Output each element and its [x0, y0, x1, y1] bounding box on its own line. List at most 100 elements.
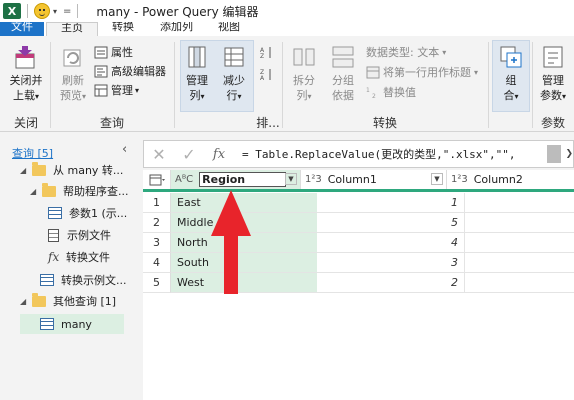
sort-descending-button[interactable]: ZA	[260, 66, 277, 82]
chevron-down-icon: ▾	[237, 92, 242, 101]
folder-icon	[32, 292, 46, 307]
title-separator	[77, 4, 79, 18]
group-by-label-bottom: 依据	[332, 89, 354, 102]
queries-header[interactable]: 查询 [5]	[12, 145, 53, 161]
refresh-preview-button[interactable]: 刷新 预览▾	[56, 44, 90, 104]
quick-access-menu-icon[interactable]: =	[63, 6, 71, 17]
tree-label: 示例文件	[67, 229, 111, 242]
row-number[interactable]: 2	[143, 213, 171, 233]
split-column-button[interactable]: 拆分 列▾	[288, 44, 320, 104]
tree-group-from-many[interactable]: ◢ 从 many 转...	[20, 160, 123, 180]
properties-label: 属性	[111, 46, 133, 59]
formula-scrollbar[interactable]	[547, 145, 561, 163]
sort-ascending-button[interactable]: AZ	[260, 44, 277, 60]
folder-icon	[32, 161, 46, 176]
chevron-down-icon: ▾	[442, 47, 447, 57]
manage-cols-label-top: 管理	[186, 74, 208, 87]
column-header-column1[interactable]: 1²3 Column1 ▼	[301, 170, 447, 189]
use-first-row-header-button[interactable]: 将第一行用作标题 ▾	[366, 64, 478, 80]
chevron-down-icon: ▾	[474, 67, 479, 77]
number-type-icon[interactable]: 1²3	[305, 174, 322, 185]
cancel-formula-icon[interactable]: ✕	[144, 145, 174, 164]
replace-values-label: 替换值	[383, 86, 416, 99]
expand-triangle-icon[interactable]: ◢	[20, 297, 32, 306]
tree-item-sample-file[interactable]: 示例文件	[48, 225, 111, 245]
cell-column1[interactable]: 4	[317, 233, 465, 253]
reduce-rows-button[interactable]: 减少 行▾	[219, 44, 249, 104]
tree-group-other[interactable]: ◢ 其他查询 [1]	[20, 291, 116, 311]
document-icon	[48, 228, 59, 242]
tree-item-transform-sample[interactable]: 转换示例文...	[40, 270, 127, 290]
row-number[interactable]: 5	[143, 273, 171, 293]
filter-dropdown-icon[interactable]: ▼	[285, 173, 297, 185]
manage-columns-button[interactable]: 管理 列▾	[182, 44, 212, 104]
sort-ascending-icon: AZ	[260, 46, 271, 59]
cell-column2[interactable]	[465, 233, 574, 253]
tree-label: 从 many 转...	[53, 164, 124, 177]
replace-values-button[interactable]: 12 替换值	[366, 84, 416, 100]
advanced-editor-button[interactable]: 高级编辑器	[94, 63, 166, 79]
expand-triangle-icon[interactable]: ◢	[30, 187, 42, 196]
confirm-formula-icon[interactable]: ✓	[174, 145, 204, 164]
chevron-down-icon[interactable]: ❯	[565, 149, 573, 159]
formula-bar: ✕ ✓ fx = Table.ReplaceValue(更改的类型,".xlsx…	[143, 140, 574, 168]
params-label-bottom: 参数	[539, 89, 562, 102]
column-header-label: Region	[199, 172, 287, 187]
properties-button[interactable]: 属性	[94, 44, 133, 60]
cell-column1[interactable]: 2	[317, 273, 465, 293]
cell-column2[interactable]	[465, 193, 574, 213]
text-type-icon[interactable]: AᴮC	[175, 174, 193, 185]
column-header-label: Column2	[473, 173, 523, 186]
tab-home[interactable]: 主页	[46, 22, 98, 36]
combine-label-top: 组	[505, 74, 517, 87]
tab-add-column[interactable]: 添加列	[160, 22, 193, 36]
chevron-down-icon: ▾	[135, 85, 140, 95]
cell-column2[interactable]	[465, 213, 574, 233]
formula-input[interactable]: = Table.ReplaceValue(更改的类型,".xlsx","",	[242, 146, 532, 162]
column-header-region[interactable]: AᴮC Region ▼	[171, 170, 301, 189]
manage-parameters-button[interactable]: 管理 参数▾	[534, 44, 572, 104]
split-label-bottom: 列	[296, 89, 308, 102]
tree-item-param1[interactable]: 参数1 (示...	[48, 203, 127, 223]
row-number[interactable]: 1	[143, 193, 171, 213]
tree-item-many[interactable]: many	[20, 314, 124, 334]
cell-column1[interactable]: 5	[317, 213, 465, 233]
table-menu-button[interactable]	[143, 170, 171, 189]
ribbon: 关闭并 上载▾ 关闭 刷新 预览▾ 属性 高级编辑器 管理▾ 查询 管理 列▾	[0, 36, 574, 132]
number-type-icon[interactable]: 1²3	[451, 174, 468, 185]
chevron-down-icon[interactable]: ▾	[53, 7, 57, 16]
column-header-column2[interactable]: 1²3 Column2	[447, 170, 574, 189]
data-type-dropdown[interactable]: 数据类型: 文本 ▾	[366, 44, 446, 60]
tab-transform[interactable]: 转换	[112, 22, 134, 36]
group-by-label-top: 分组	[332, 74, 354, 87]
manage-cols-label-bottom: 列	[189, 89, 201, 102]
tab-file[interactable]: 文件	[0, 22, 44, 36]
row-number[interactable]: 4	[143, 253, 171, 273]
reduce-rows-label-bottom: 行	[226, 89, 238, 102]
combine-button[interactable]: 组 合▾	[494, 44, 528, 104]
chevron-down-icon: ▾	[200, 92, 205, 101]
expand-triangle-icon[interactable]: ◢	[20, 166, 32, 175]
tree-item-transform-file[interactable]: fx 转换文件	[48, 247, 110, 267]
feedback-smiley-icon[interactable]	[34, 3, 50, 19]
tab-view[interactable]: 视图	[218, 22, 240, 36]
tree-group-helper[interactable]: ◢ 帮助程序查...	[30, 181, 129, 201]
group-divider	[174, 42, 175, 128]
group-label-transform: 转换	[372, 116, 397, 130]
queries-pane: 查询 [5] ‹ ◢ 从 many 转... ◢ 帮助程序查... 参数1 (示…	[0, 140, 138, 400]
collapse-pane-icon[interactable]: ‹	[122, 142, 127, 157]
cell-column2[interactable]	[465, 253, 574, 273]
tree-label: 参数1 (示...	[69, 207, 128, 220]
svg-text:A: A	[260, 75, 265, 81]
group-by-button[interactable]: 分组 依据	[326, 44, 360, 103]
svg-text:2: 2	[372, 93, 376, 99]
cell-column1[interactable]: 1	[317, 193, 465, 213]
close-and-load-button[interactable]: 关闭并 上载▾	[6, 44, 46, 104]
manage-button[interactable]: 管理 ▾	[94, 82, 139, 98]
filter-dropdown-icon[interactable]: ▼	[431, 173, 443, 185]
row-number[interactable]: 3	[143, 233, 171, 253]
cell-column2[interactable]	[465, 273, 574, 293]
fx-icon[interactable]: fx	[204, 147, 234, 162]
chevron-down-icon: ▾	[81, 92, 86, 101]
cell-column1[interactable]: 3	[317, 253, 465, 273]
